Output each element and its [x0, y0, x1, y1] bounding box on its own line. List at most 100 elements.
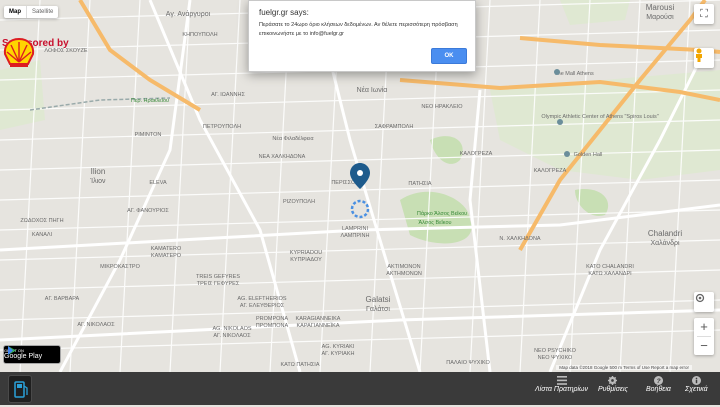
map-label: Άλσος Βεΐκου [418, 219, 451, 226]
map-label: AG. ELEFTHERIOS [237, 296, 287, 302]
pegman-icon [696, 48, 702, 62]
map-type-map-button[interactable]: Map [4, 6, 26, 18]
map-label: ΜΙΚΡΟΚΑΣΤΡΟ [100, 264, 140, 270]
map-label: KYPRIADOU [290, 250, 322, 256]
map-label: ΝΕΟ ΗΡΑΚΛΕΙΟ [421, 104, 463, 110]
map-label: Golden Hall [574, 152, 603, 158]
map-label: ΝΕΟ ΨΥΧΙΚΟ [538, 355, 573, 361]
poi-marker [554, 69, 560, 75]
sponsor-badge[interactable]: Sponsored by [2, 38, 69, 67]
nav-station-list[interactable]: Λίστα Πρατηρίων [535, 376, 588, 393]
map-label: ΝΕΑ ΧΑΛΚΗΔΟΝΑ [259, 154, 306, 160]
crosshair-icon [695, 293, 705, 303]
map-type-satellite-button[interactable]: Satellite [26, 6, 58, 18]
poi-marker [557, 119, 563, 125]
map-label: Ilion [91, 167, 106, 176]
svg-text:?: ? [656, 378, 660, 385]
map-label: ΠΡΟΜΠΟΝΑ [256, 323, 289, 329]
map-label: ΚΑΛΟΓΡΕΖΑ [460, 151, 493, 157]
map-label: ELEVA [149, 180, 167, 186]
google-play-badge[interactable]: GET IT ON Google Play [3, 345, 61, 364]
bottom-nav-bar: Λίστα Πρατηρίων Ρυθμίσεις ? Βοήθεια Σχετ… [0, 372, 720, 405]
map-label: ΠΑΤΗΣΙΑ [408, 181, 431, 187]
map-label: ΚΑΜΑΤΕΡΟ [151, 253, 182, 259]
map-label: ΚΑΤΩ ΠΑΤΗΣΙΑ [281, 362, 320, 368]
info-icon [691, 376, 701, 385]
map-label: ΤΡΕΙΣ ΓΕΦΥΡΕΣ [197, 281, 240, 287]
map-label: Περ. Ηρακλείου [131, 98, 169, 104]
map-label: ΚΗΠΟΥΠΟΛΗ [182, 32, 217, 38]
map-label: ΖΩΔΟΧΟΣ ΠΗΓΗ [20, 218, 63, 224]
nav-label: Σχετικά [685, 386, 708, 393]
zoom-out-button[interactable]: − [694, 337, 714, 355]
map-label: NEO PSYCHIKO [534, 348, 577, 354]
help-icon: ? [653, 376, 663, 385]
map-type-control[interactable]: Map Satellite [4, 6, 59, 18]
map-label: KARAGIANNEIKA [296, 316, 341, 322]
map-label: ΚΑΝΑΛΙ [32, 232, 53, 238]
fullscreen-icon: ⛶ [700, 7, 708, 20]
map-label: Marousi [646, 3, 675, 12]
map-label: ΚΥΠΡΙΑΔΟΥ [290, 257, 322, 263]
map-label: ΛΑΜΠΡΙΝΗ [340, 233, 369, 239]
map-label: ΡΙΜΙΝΤΟΝ [135, 132, 162, 138]
map-label: ΑΓ. ΕΛΕΥΘΕΡΙΟΣ [240, 303, 285, 309]
map-label: Galatsi [366, 295, 391, 304]
map-label: ΑΓ. ΚΥΡΙΑΚΗ [322, 351, 355, 357]
nav-label: Βοήθεια [646, 386, 671, 393]
gear-icon [608, 376, 618, 385]
map-label: ΠΕΤΡΟΥΠΟΛΗ [203, 124, 241, 130]
shell-logo-icon [3, 38, 35, 67]
map-label: Νέα Φιλαδέλφεια [272, 135, 314, 142]
nav-label: Ρυθμίσεις [598, 386, 628, 393]
map-label: AG. KYRIAKI [322, 344, 355, 350]
map-label: AG. NIKOLAOS [212, 326, 251, 332]
map-label: Αγ. Ανάργυροι [166, 10, 211, 18]
list-icon [556, 376, 567, 385]
map-label: ΑΓ. ΦΑΝΟΥΡΙΟΣ [127, 208, 169, 214]
map-label: Olympic Athletic Center of Athens "Spiro… [541, 114, 658, 120]
nav-settings[interactable]: Ρυθμίσεις [598, 376, 628, 393]
nav-help[interactable]: ? Βοήθεια [646, 376, 671, 393]
map-label: Γαλάτσι [366, 305, 390, 313]
map-label: TREIS GEFYRES [196, 274, 240, 280]
map-label: Chalandri [648, 229, 682, 238]
zoom-in-button[interactable]: + [694, 318, 714, 336]
map-label: Μαρούσι [646, 13, 674, 21]
dialog-ok-button[interactable]: OK [431, 48, 467, 64]
fullscreen-button[interactable]: ⛶ [694, 4, 714, 24]
map-label: ΑΓ. ΒΑΡΒΑΡΑ [45, 296, 80, 302]
map-label: ΡΙΖΟΥΠΟΛΗ [283, 199, 315, 205]
map-label: Νέα Ιωνία [357, 86, 388, 94]
map-attribution[interactable]: Map data ©2018 Google 500 m Terms of Use… [556, 365, 692, 370]
google-play-icon [8, 346, 16, 355]
map-label: LAMPRINI [342, 226, 368, 232]
nav-label: Λίστα Πρατηρίων [535, 386, 588, 393]
zoom-control: + − [694, 318, 714, 355]
map-label: PROMPONA [256, 316, 288, 322]
nav-about[interactable]: Σχετικά [685, 376, 708, 393]
map-label: Ίλιον [89, 178, 106, 185]
dialog-title: fuelgr.gr says: [259, 8, 309, 17]
map-label: ΚΑΤΩ ΧΑΛΑΝΔΡΙ [588, 271, 632, 277]
map-label: The Mall Athens [554, 71, 594, 77]
map-label: ΑΓ. ΙΩΑΝΝΗΣ [211, 92, 245, 98]
dialog-message: Περάσατε το 24ωρο όριο κλήσεων δεδομένων… [259, 22, 458, 37]
alert-dialog: fuelgr.gr says: Περάσατε το 24ωρο όριο κ… [248, 0, 476, 72]
map-label: ΣΑΦΡΑΜΠΟΛΗ [375, 124, 414, 130]
map-label: ΑΚΤΗΜΟΝΩΝ [386, 271, 422, 277]
map-label: ΚΑΡΑΓΙΑΝΝΕΪΚΑ [297, 322, 340, 329]
street-view-button[interactable] [694, 48, 714, 68]
map-label: AKTIMONON [387, 264, 420, 270]
map-label: ΑΓ. ΝΙΚΟΛΑΟΣ [77, 322, 115, 328]
map-label: KATO CHALANDRI [586, 264, 634, 270]
map-label: Ν. ΧΑΛΚΗΔΟΝΑ [499, 236, 540, 242]
map-label: ΑΓ. ΝΙΚΟΛΑΟΣ [213, 333, 251, 339]
map-label: ΠΑΛΑΙΟ ΨΥΧΙΚΟ [446, 360, 490, 366]
map-label: ΚΑΛΟΓΡΕΖΑ [534, 168, 567, 174]
map-label: Πάρκο Άλσος Βεΐκου [417, 210, 467, 217]
app-logo[interactable] [8, 375, 32, 403]
map-label: KAMATERO [151, 246, 182, 252]
poi-marker [564, 151, 570, 157]
my-location-button[interactable] [694, 292, 714, 312]
